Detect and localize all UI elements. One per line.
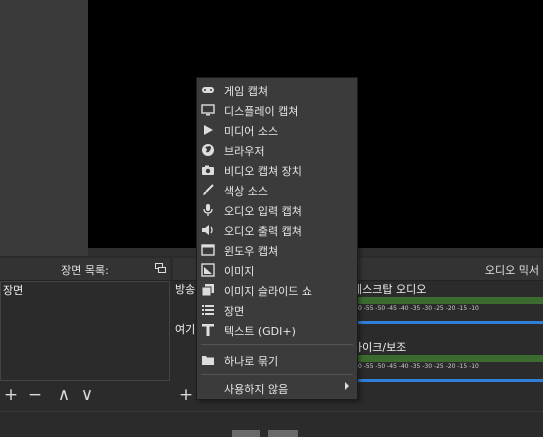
move-scene-up-button[interactable]: ∧ bbox=[55, 387, 73, 405]
menu-item-label: 비디오 캡쳐 장치 bbox=[224, 165, 302, 178]
menu-item-image-slideshow[interactable]: 이미지 슬라이드 쇼 bbox=[197, 280, 357, 300]
image-icon bbox=[201, 263, 215, 277]
menu-separator bbox=[201, 344, 353, 345]
menu-item-deprecated[interactable]: 사용하지 않음 bbox=[197, 378, 357, 398]
menu-item-game-capture[interactable]: 게임 캡쳐 bbox=[197, 80, 357, 100]
menu-item-scene[interactable]: 장면 bbox=[197, 300, 357, 320]
menu-item-label: 색상 소스 bbox=[224, 185, 268, 198]
list-icon bbox=[202, 305, 214, 315]
globe-icon bbox=[202, 144, 214, 156]
meter-scale: -60 -55 -50 -45 -40 -35 -30 -25 -20 -15 … bbox=[352, 305, 479, 312]
menu-item-label: 사용하지 않음 bbox=[224, 383, 289, 396]
menu-item-text-gdi[interactable]: 텍스트 (GDI+) bbox=[197, 320, 357, 340]
mixer-dock-title: 오디오 믹서 bbox=[484, 264, 539, 277]
mixer-dock-header: 오디오 믹서 bbox=[352, 258, 543, 281]
menu-item-group[interactable]: 하나로 묶기 bbox=[197, 350, 357, 370]
volume-slider[interactable] bbox=[352, 321, 543, 324]
scenes-dock-title: 장면 목록: bbox=[61, 264, 109, 277]
remove-scene-button[interactable]: − bbox=[26, 387, 44, 405]
folder-icon bbox=[202, 356, 214, 365]
menu-item-display-capture[interactable]: 디스플레이 캡쳐 bbox=[197, 100, 357, 120]
meter-scale: -60 -55 -50 -45 -40 -35 -30 -25 -20 -15 … bbox=[352, 363, 479, 370]
menu-separator bbox=[201, 374, 353, 375]
text-icon bbox=[202, 324, 214, 336]
scene-item[interactable]: 장면 bbox=[3, 282, 23, 298]
menu-item-label: 오디오 출력 캡쳐 bbox=[224, 225, 302, 238]
add-source-button[interactable]: + bbox=[177, 387, 195, 405]
menu-item-label: 브라우저 bbox=[224, 145, 265, 158]
volume-slider[interactable] bbox=[352, 379, 543, 382]
submenu-arrow-icon bbox=[345, 382, 349, 390]
menu-item-label: 장면 bbox=[224, 305, 245, 318]
window-icon bbox=[201, 244, 215, 256]
menu-item-color-source[interactable]: 색상 소스 bbox=[197, 180, 357, 200]
add-source-context-menu: 게임 캡쳐 디스플레이 캡쳐 미디어 소스 브라우저 비디오 캡쳐 장치 색상 … bbox=[196, 77, 358, 400]
menu-item-label: 미디어 소스 bbox=[224, 125, 279, 138]
source-item[interactable]: 방송 bbox=[175, 281, 195, 297]
undock-icon[interactable] bbox=[155, 263, 166, 273]
scenes-list[interactable]: 장면 bbox=[0, 281, 170, 381]
menu-item-media-source[interactable]: 미디어 소스 bbox=[197, 120, 357, 140]
menu-item-label: 디스플레이 캡쳐 bbox=[224, 105, 299, 118]
menu-item-window-capture[interactable]: 윈도우 캡쳐 bbox=[197, 240, 357, 260]
menu-item-label: 게임 캡쳐 bbox=[224, 85, 268, 98]
volume-meter bbox=[352, 297, 543, 304]
move-scene-down-button[interactable]: ∨ bbox=[78, 387, 96, 405]
menu-item-audio-input-capture[interactable]: 오디오 입력 캡쳐 bbox=[197, 200, 357, 220]
brush-icon bbox=[203, 184, 214, 195]
menu-item-label: 이미지 bbox=[224, 265, 255, 278]
source-item[interactable]: 여기 bbox=[175, 321, 195, 337]
camera-icon bbox=[202, 165, 214, 175]
scenes-dock-header: 장면 목록: bbox=[0, 258, 170, 281]
menu-item-label: 오디오 입력 캡쳐 bbox=[224, 205, 302, 218]
menu-item-video-capture-device[interactable]: 비디오 캡쳐 장치 bbox=[197, 160, 357, 180]
mixer-channel-label: 데스크탑 오디오 bbox=[352, 283, 427, 296]
slideshow-icon bbox=[201, 284, 214, 297]
menu-item-label: 윈도우 캡쳐 bbox=[224, 245, 279, 258]
mixer-channel-label: 마이크/보조 bbox=[352, 341, 407, 354]
menu-item-browser[interactable]: 브라우저 bbox=[197, 140, 357, 160]
microphone-icon bbox=[203, 204, 213, 216]
menu-item-image[interactable]: 이미지 bbox=[197, 260, 357, 280]
volume-meter bbox=[352, 355, 543, 362]
audio-mixer: 데스크탑 오디오 -60 -55 -50 -45 -40 -35 -30 -25… bbox=[352, 281, 543, 411]
add-scene-button[interactable]: + bbox=[2, 387, 20, 405]
menu-item-label: 이미지 슬라이드 쇼 bbox=[224, 285, 312, 298]
status-bar bbox=[0, 411, 543, 437]
scenes-toolbar: + − ∧ ∨ bbox=[0, 381, 170, 411]
monitor-icon bbox=[201, 104, 215, 116]
play-icon bbox=[204, 125, 213, 135]
speaker-icon bbox=[202, 225, 213, 235]
menu-item-label: 텍스트 (GDI+) bbox=[224, 325, 296, 338]
preview-side-panel bbox=[0, 0, 88, 256]
gamepad-icon bbox=[202, 87, 214, 93]
menu-item-label: 하나로 묶기 bbox=[224, 355, 279, 368]
menu-item-audio-output-capture[interactable]: 오디오 출력 캡쳐 bbox=[197, 220, 357, 240]
